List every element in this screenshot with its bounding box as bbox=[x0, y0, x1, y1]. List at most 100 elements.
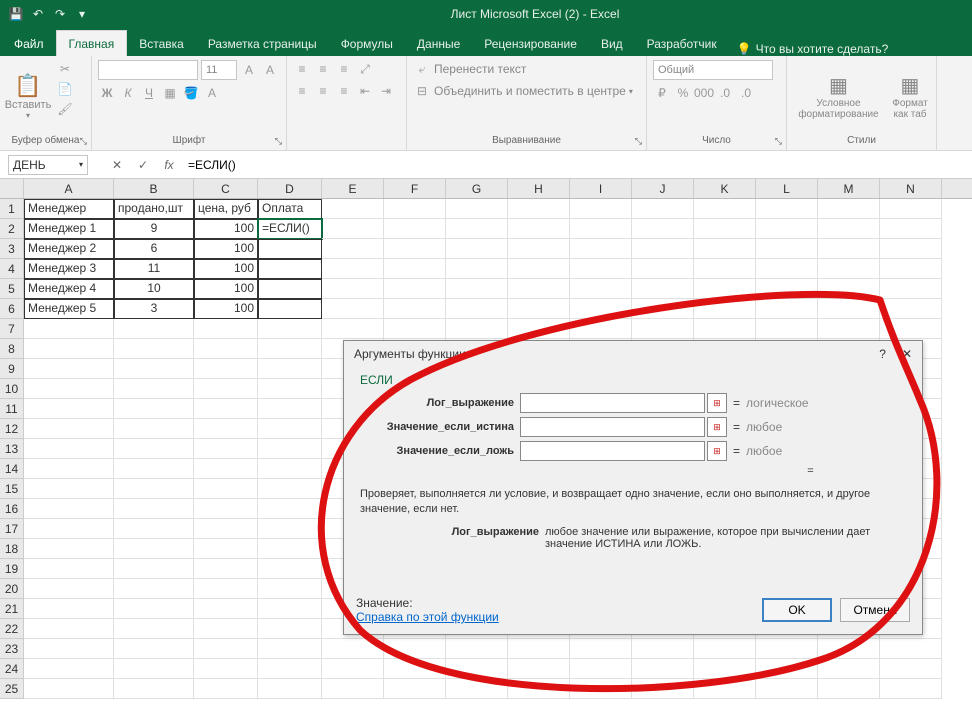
cell[interactable] bbox=[694, 299, 756, 319]
cell[interactable] bbox=[818, 639, 880, 659]
cell[interactable] bbox=[114, 439, 194, 459]
cell[interactable] bbox=[818, 679, 880, 699]
copy-icon[interactable]: 📄 bbox=[56, 80, 74, 98]
tab-developer[interactable]: Разработчик bbox=[635, 31, 729, 56]
cell[interactable] bbox=[818, 259, 880, 279]
align-bottom-icon[interactable]: ≡ bbox=[335, 60, 353, 78]
cell[interactable] bbox=[194, 499, 258, 519]
cell[interactable] bbox=[24, 359, 114, 379]
cell[interactable]: Менеджер 3 bbox=[24, 259, 114, 279]
cell[interactable] bbox=[694, 679, 756, 699]
row-header[interactable]: 23 bbox=[0, 639, 24, 659]
cell[interactable] bbox=[756, 639, 818, 659]
cut-icon[interactable]: ✂ bbox=[56, 60, 74, 78]
merge-center-button[interactable]: ⊟ Объединить и поместить в центре ▾ bbox=[413, 82, 640, 100]
cell[interactable] bbox=[508, 299, 570, 319]
tab-file[interactable]: Файл bbox=[2, 31, 56, 56]
cell[interactable] bbox=[508, 219, 570, 239]
cell[interactable] bbox=[880, 239, 942, 259]
cell[interactable] bbox=[24, 639, 114, 659]
cell[interactable] bbox=[322, 239, 384, 259]
cell[interactable] bbox=[570, 659, 632, 679]
tab-data[interactable]: Данные bbox=[405, 31, 472, 56]
ref-selector-icon[interactable]: ⊞ bbox=[707, 441, 727, 461]
wrap-text-button[interactable]: ⤶ Перенести текст bbox=[413, 60, 640, 78]
col-header[interactable]: B bbox=[114, 179, 194, 198]
cell[interactable] bbox=[258, 679, 322, 699]
format-painter-icon[interactable]: 🖌 bbox=[56, 100, 74, 118]
cell[interactable] bbox=[446, 219, 508, 239]
row-header[interactable]: 1 bbox=[0, 199, 24, 219]
cell[interactable] bbox=[258, 399, 322, 419]
cell[interactable] bbox=[694, 319, 756, 339]
cell[interactable]: Менеджер bbox=[24, 199, 114, 219]
cell[interactable]: 100 bbox=[194, 219, 258, 239]
cell[interactable] bbox=[114, 639, 194, 659]
cell[interactable] bbox=[508, 679, 570, 699]
col-header[interactable]: M bbox=[818, 179, 880, 198]
cell[interactable] bbox=[258, 519, 322, 539]
col-header[interactable]: L bbox=[756, 179, 818, 198]
cell[interactable] bbox=[384, 639, 446, 659]
cell[interactable] bbox=[114, 579, 194, 599]
tab-review[interactable]: Рецензирование bbox=[472, 31, 589, 56]
cell[interactable] bbox=[446, 299, 508, 319]
cell[interactable] bbox=[632, 239, 694, 259]
shrink-font-icon[interactable]: A bbox=[261, 61, 279, 79]
cell[interactable] bbox=[194, 339, 258, 359]
align-right-icon[interactable]: ≡ bbox=[335, 82, 353, 100]
align-top-icon[interactable]: ≡ bbox=[293, 60, 311, 78]
cell[interactable] bbox=[880, 259, 942, 279]
save-icon[interactable]: 💾 bbox=[8, 6, 24, 22]
col-header[interactable]: F bbox=[384, 179, 446, 198]
tab-insert[interactable]: Вставка bbox=[127, 31, 196, 56]
cell[interactable] bbox=[880, 199, 942, 219]
cell[interactable] bbox=[114, 319, 194, 339]
cell[interactable] bbox=[570, 679, 632, 699]
cell[interactable] bbox=[570, 279, 632, 299]
row-header[interactable]: 11 bbox=[0, 399, 24, 419]
cell[interactable] bbox=[446, 659, 508, 679]
arg-input-logical[interactable] bbox=[520, 393, 705, 413]
cell[interactable] bbox=[694, 219, 756, 239]
cell[interactable]: =ЕСЛИ() bbox=[258, 219, 322, 239]
cell[interactable] bbox=[632, 679, 694, 699]
fx-icon[interactable]: fx bbox=[160, 156, 178, 174]
cell[interactable] bbox=[384, 679, 446, 699]
cell[interactable]: 6 bbox=[114, 239, 194, 259]
row-header[interactable]: 19 bbox=[0, 559, 24, 579]
arg-input-iffalse[interactable] bbox=[520, 441, 705, 461]
launcher-icon[interactable]: ⤡ bbox=[80, 136, 87, 147]
cell[interactable] bbox=[194, 619, 258, 639]
cell[interactable] bbox=[384, 219, 446, 239]
name-box[interactable]: ДЕНЬ ▾ bbox=[8, 155, 88, 175]
launcher-icon[interactable]: ⤡ bbox=[275, 136, 282, 147]
cell[interactable] bbox=[258, 619, 322, 639]
cell[interactable]: Менеджер 2 bbox=[24, 239, 114, 259]
launcher-icon[interactable]: ⤡ bbox=[775, 136, 782, 147]
launcher-icon[interactable]: ⤡ bbox=[635, 136, 642, 147]
cell[interactable] bbox=[446, 319, 508, 339]
cell[interactable] bbox=[384, 259, 446, 279]
cell[interactable] bbox=[24, 339, 114, 359]
formula-input[interactable] bbox=[178, 158, 972, 172]
cell[interactable] bbox=[258, 599, 322, 619]
row-header[interactable]: 10 bbox=[0, 379, 24, 399]
cell[interactable] bbox=[632, 319, 694, 339]
row-header[interactable]: 5 bbox=[0, 279, 24, 299]
cell[interactable] bbox=[384, 239, 446, 259]
cell[interactable] bbox=[446, 259, 508, 279]
col-header[interactable]: E bbox=[322, 179, 384, 198]
ref-selector-icon[interactable]: ⊞ bbox=[707, 393, 727, 413]
cell[interactable] bbox=[24, 399, 114, 419]
format-table-button[interactable]: ▦ Формат как таб bbox=[890, 60, 930, 133]
row-header[interactable]: 14 bbox=[0, 459, 24, 479]
cell[interactable] bbox=[258, 279, 322, 299]
cell[interactable] bbox=[24, 439, 114, 459]
cell[interactable] bbox=[880, 279, 942, 299]
row-header[interactable]: 13 bbox=[0, 439, 24, 459]
cell[interactable] bbox=[446, 679, 508, 699]
cell[interactable] bbox=[508, 239, 570, 259]
align-middle-icon[interactable]: ≡ bbox=[314, 60, 332, 78]
cell[interactable] bbox=[322, 279, 384, 299]
